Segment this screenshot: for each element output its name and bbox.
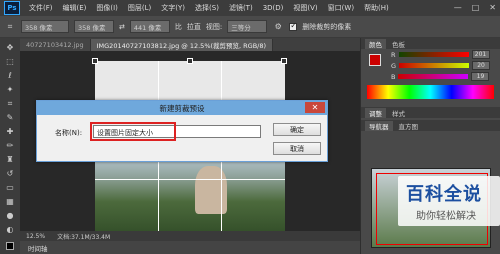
menu-type[interactable]: 文字(Y) <box>156 3 190 13</box>
history-brush-icon[interactable]: ↺ <box>4 168 16 179</box>
slider-b-value[interactable]: 19 <box>471 72 490 81</box>
document-tabs: 40727103412.jpg IMG20140727103812.jpg @ … <box>20 38 360 51</box>
watermark-subtitle: 助你轻松解决 <box>416 211 476 222</box>
menubar: Ps 文件(F) 编辑(E) 图像(I) 图层(L) 文字(Y) 选择(S) 滤… <box>0 0 500 16</box>
dialog-close-button[interactable]: ✕ <box>305 102 325 113</box>
healing-brush-icon[interactable]: ✚ <box>4 126 16 137</box>
tab-histogram[interactable]: 直方图 <box>399 121 419 131</box>
crop-handle[interactable] <box>92 58 98 64</box>
crop-handle[interactable] <box>281 58 287 64</box>
watermark: 百科全说 助你轻松解决 <box>398 176 500 226</box>
color-panel-tabs: 颜色 色板 <box>361 38 500 49</box>
doc-size: 文档:37.1M/33.4M <box>57 233 111 241</box>
menu-3d[interactable]: 3D(D) <box>258 4 289 12</box>
menu-filter[interactable]: 滤镜(T) <box>224 3 258 13</box>
move-tool-icon[interactable]: ✥ <box>4 42 16 53</box>
magic-wand-icon[interactable]: ✦ <box>4 84 16 95</box>
dialog-body: 名称(N): 设置图片固定大小 确定 取消 <box>37 115 327 162</box>
photoshop-logo: Ps <box>4 1 20 15</box>
timeline-label[interactable]: 时间轴 <box>28 243 48 253</box>
gear-icon[interactable]: ⚙ <box>272 21 284 32</box>
toolbox: ✥ ⬚ ℓ ✦ ⌗ ✎ ✚ ✏ ♜ ↺ ▭ ▦ ● ◐ <box>0 38 20 254</box>
dialog-title: 新建剪裁预设 <box>159 103 205 113</box>
tab-document-1[interactable]: 40727103412.jpg <box>20 39 91 51</box>
menu-file[interactable]: 文件(F) <box>24 3 58 13</box>
crop-tool-icon[interactable]: ⌗ <box>4 21 16 32</box>
menu-layer[interactable]: 图层(L) <box>123 3 156 13</box>
maximize-icon[interactable]: □ <box>472 3 480 12</box>
adjustments-tabs: 调整 样式 <box>361 107 500 118</box>
view-select[interactable]: 三等分 <box>227 20 268 33</box>
slider-g-track[interactable] <box>399 63 470 68</box>
dialog-titlebar: 新建剪裁预设 ✕ <box>37 101 327 115</box>
height-field[interactable]: 358 像素 <box>74 20 114 33</box>
photo-rock <box>195 166 227 214</box>
resolution-field[interactable]: 441 像素 <box>129 20 170 33</box>
cancel-button[interactable]: 取消 <box>273 142 321 155</box>
slider-g-value[interactable]: 20 <box>472 61 491 70</box>
crop-grid-line <box>95 179 285 180</box>
slider-r-label: R <box>391 50 396 59</box>
minimize-icon[interactable]: — <box>454 3 462 12</box>
blur-icon[interactable]: ● <box>4 210 16 221</box>
name-label: 名称(N): <box>55 129 83 137</box>
tab-color[interactable]: 颜色 <box>365 38 386 49</box>
ok-button[interactable]: 确定 <box>273 123 321 136</box>
straighten-label[interactable]: 拉直 <box>187 22 201 32</box>
view-label: 视图: <box>205 22 223 31</box>
color-spectrum[interactable] <box>367 85 494 99</box>
slider-b[interactable]: B 19 <box>361 71 500 82</box>
slider-g[interactable]: G 20 <box>361 60 500 71</box>
slider-b-track[interactable] <box>398 74 469 79</box>
tab-styles[interactable]: 样式 <box>392 108 405 118</box>
tab-adjustments[interactable]: 调整 <box>365 107 386 118</box>
menu-window[interactable]: 窗口(W) <box>323 3 359 13</box>
close-icon[interactable]: ✕ <box>489 3 496 12</box>
menu-help[interactable]: 帮助(H) <box>359 3 394 13</box>
tab-document-2[interactable]: IMG20140727103812.jpg @ 12.5%(裁剪预览, RGB/… <box>90 39 274 51</box>
slider-b-label: B <box>391 72 396 81</box>
navigator-tabs: 导航器 直方图 <box>361 120 500 131</box>
ratio-label: 比 <box>174 22 182 31</box>
menu-select[interactable]: 选择(S) <box>190 3 224 13</box>
eyedropper-icon[interactable]: ✎ <box>4 112 16 123</box>
menu-view[interactable]: 视图(V) <box>288 3 322 13</box>
photo-scene <box>95 156 285 239</box>
slider-g-label: G <box>391 61 397 70</box>
status-bar: 12.5% 文档:37.1M/33.4M <box>20 231 360 241</box>
delete-cropped-checkbox[interactable] <box>289 21 298 31</box>
slider-r-value[interactable]: 201 <box>471 50 490 59</box>
new-crop-preset-dialog: 新建剪裁预设 ✕ 名称(N): 设置图片固定大小 确定 取消 <box>36 100 328 162</box>
menu-edit[interactable]: 编辑(E) <box>58 3 92 13</box>
lasso-tool-icon[interactable]: ℓ <box>4 70 16 81</box>
width-field[interactable]: 358 像素 <box>21 20 69 33</box>
crop-handle[interactable] <box>187 58 193 64</box>
window-controls: — □ ✕ <box>454 3 496 12</box>
foreground-color-swatch[interactable] <box>6 242 14 250</box>
zoom-level[interactable]: 12.5% <box>26 233 45 240</box>
delete-cropped-label: 删除裁剪的像素 <box>302 22 352 31</box>
tab-swatches[interactable]: 色板 <box>392 39 405 49</box>
crop-icon[interactable]: ⌗ <box>4 98 16 109</box>
watermark-title: 百科全说 <box>406 184 482 205</box>
gradient-icon[interactable]: ▦ <box>4 196 16 207</box>
slider-r[interactable]: R 201 <box>361 49 500 60</box>
timeline-panel: 时间轴 <box>20 241 360 254</box>
menu-image[interactable]: 图像(I) <box>91 3 123 13</box>
swap-icon[interactable]: ⇄ <box>119 23 125 31</box>
options-bar: ⌗ 358 像素 358 像素 ⇄ 441 像素 比 拉直 视图: 三等分 ⚙ … <box>0 16 500 38</box>
tab-navigator[interactable]: 导航器 <box>365 120 393 131</box>
brush-icon[interactable]: ✏ <box>4 140 16 151</box>
stamp-icon[interactable]: ♜ <box>4 154 16 165</box>
dodge-icon[interactable]: ◐ <box>4 224 16 235</box>
slider-r-track[interactable] <box>398 52 469 57</box>
highlight-annotation <box>90 122 176 141</box>
marquee-tool-icon[interactable]: ⬚ <box>4 56 16 67</box>
foreground-color-chip[interactable] <box>369 54 381 66</box>
eraser-icon[interactable]: ▭ <box>4 182 16 193</box>
